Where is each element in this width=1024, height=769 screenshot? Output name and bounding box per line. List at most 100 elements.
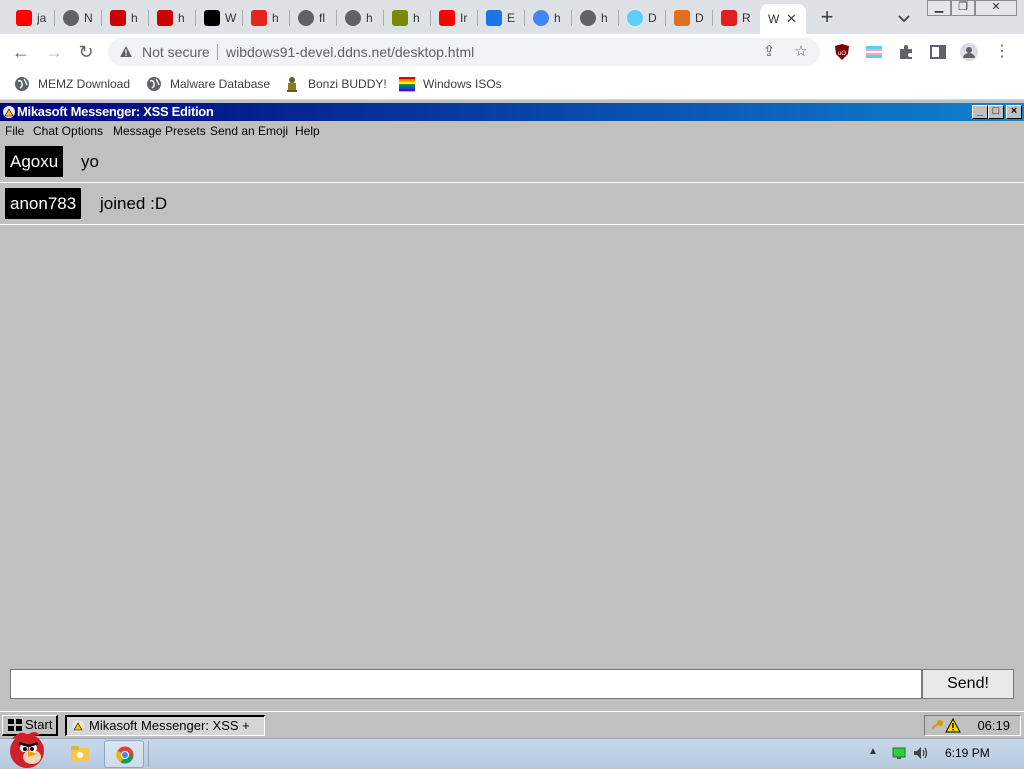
globe-icon [298,10,314,26]
back-icon[interactable]: ← [11,42,31,62]
youtube-icon [157,10,173,26]
tab[interactable]: h [149,4,196,32]
win95-clock: 06:19 [977,718,1010,733]
tab[interactable]: N [55,4,102,32]
menu-send-an-emoji[interactable]: Send an Emoji [210,124,288,138]
win95-taskbar: Start Mikasoft Messenger: XSS + 06:19 [0,711,1024,738]
bookmark-windows-isos[interactable]: Windows ISOs [399,76,502,92]
show-hidden-icons-icon[interactable]: ▲ [868,746,878,757]
chrome-menu-icon[interactable]: ⋮ [992,42,1012,62]
restore-button[interactable]: ❐ [951,0,975,16]
explorer-folder-icon[interactable] [62,742,98,768]
menu-chat-options[interactable]: Chat Options [33,124,103,138]
app-title-bar[interactable]: Mikasoft Messenger: XSS Edition _ □ × [0,103,1024,121]
new-tab-button[interactable]: + [815,6,839,30]
tab-title: fl [319,11,325,25]
tab-title: D [648,11,657,25]
tab-title: h [366,11,373,25]
reload-icon[interactable]: ↻ [76,42,96,62]
message-username: anon783 [5,188,82,219]
menu-file[interactable]: File [5,124,24,138]
tab[interactable]: D [619,4,666,32]
tab[interactable]: h [243,4,290,32]
url-divider [217,44,218,60]
tab-title: D [695,11,704,25]
tab[interactable]: E [478,4,525,32]
tab[interactable]: D [666,4,713,32]
tab[interactable]: R [713,4,760,32]
tab-title: R [742,11,751,25]
taskbar-window-button[interactable]: Mikasoft Messenger: XSS + [65,715,265,736]
globe-icon [15,77,29,91]
rainbow-flag-icon [399,77,415,92]
bookmark-malware-database[interactable]: Malware Database [146,76,270,92]
bookmark-label: Bonzi BUDDY! [308,77,387,91]
volume-icon[interactable] [913,746,929,760]
bookmark-memz[interactable]: MEMZ Download [14,76,130,92]
key-icon[interactable] [930,719,944,733]
tab-title: W [225,11,237,25]
send-button[interactable]: Send! [922,669,1014,699]
warning-triangle-icon[interactable] [945,718,961,733]
bookmark-star-icon[interactable]: ☆ [793,44,809,60]
chart-icon [392,10,408,26]
address-bar[interactable]: Not secure wibdows91-devel.ddns.net/desk… [108,38,820,66]
tab[interactable]: h [102,4,149,32]
trans-flag-extension-icon[interactable] [865,43,883,61]
tab-active[interactable]: W ✕ [760,4,806,34]
message-text: joined :D [100,194,168,213]
youtube-icon [110,10,126,26]
angry-bird-start-icon[interactable] [4,727,50,769]
app-maximize-button[interactable]: □ [988,105,1004,119]
chat-log[interactable]: Agoxu yo anon783 joined :D [0,141,1024,659]
tab-title: h [601,11,608,25]
adobe-icon [251,10,267,26]
profile-avatar-icon[interactable] [960,43,978,61]
tab-title: h [178,11,185,25]
security-label[interactable]: Not secure [142,44,210,60]
app-minimize-button[interactable]: _ [972,105,988,119]
chat-message: anon783 joined :D [0,183,1024,225]
app-close-button[interactable]: × [1006,105,1022,119]
tab-title: h [413,11,420,25]
compose-area: Send! [0,659,1024,711]
minimize-button[interactable]: ▁ [927,0,951,16]
chrome-taskbar-button[interactable] [104,740,144,768]
forward-icon[interactable]: → [44,42,64,62]
tab-title: h [554,11,561,25]
taskbar-window-label: Mikasoft Messenger: XSS + [89,718,250,733]
tab[interactable]: h [384,4,431,32]
window-controls: ▁ ❐ ✕ [927,0,1017,16]
bookmark-bonzi-buddy[interactable]: Bonzi BUDDY! [284,76,387,92]
share-icon[interactable]: ⇪ [761,44,777,60]
globe-icon [345,10,361,26]
tab[interactable]: fl [290,4,337,32]
extensions-puzzle-icon[interactable] [897,43,915,61]
close-tab-icon[interactable]: ✕ [786,11,797,27]
win7-clock[interactable]: 6:19 PM [945,746,990,760]
tab[interactable]: W [196,4,243,32]
menu-message-presets[interactable]: Message Presets [113,124,206,138]
google-icon [533,10,549,26]
message-text: yo [81,152,99,171]
bookmark-label: Malware Database [170,77,271,91]
network-icon[interactable] [892,747,906,759]
ublock-origin-icon[interactable]: uO [833,43,851,61]
close-button[interactable]: ✕ [975,0,1017,16]
flag-icon [627,10,643,26]
tab-search-chevron-icon[interactable] [895,9,913,27]
tab[interactable]: ja [8,4,55,32]
youtube-icon [16,10,32,26]
tab[interactable]: h [337,4,384,32]
tab[interactable]: h [525,4,572,32]
tab[interactable]: Ir [431,4,478,32]
win95-system-tray: 06:19 [924,715,1021,736]
side-panel-icon[interactable] [929,43,947,61]
chrome-icon [116,746,134,764]
url-text[interactable]: wibdows91-devel.ddns.net/desktop.html [226,44,474,60]
messenger-app-icon [3,106,15,118]
message-input[interactable] [10,669,922,699]
warning-icon[interactable] [119,45,133,58]
menu-help[interactable]: Help [295,124,320,138]
tab[interactable]: h [572,4,619,32]
